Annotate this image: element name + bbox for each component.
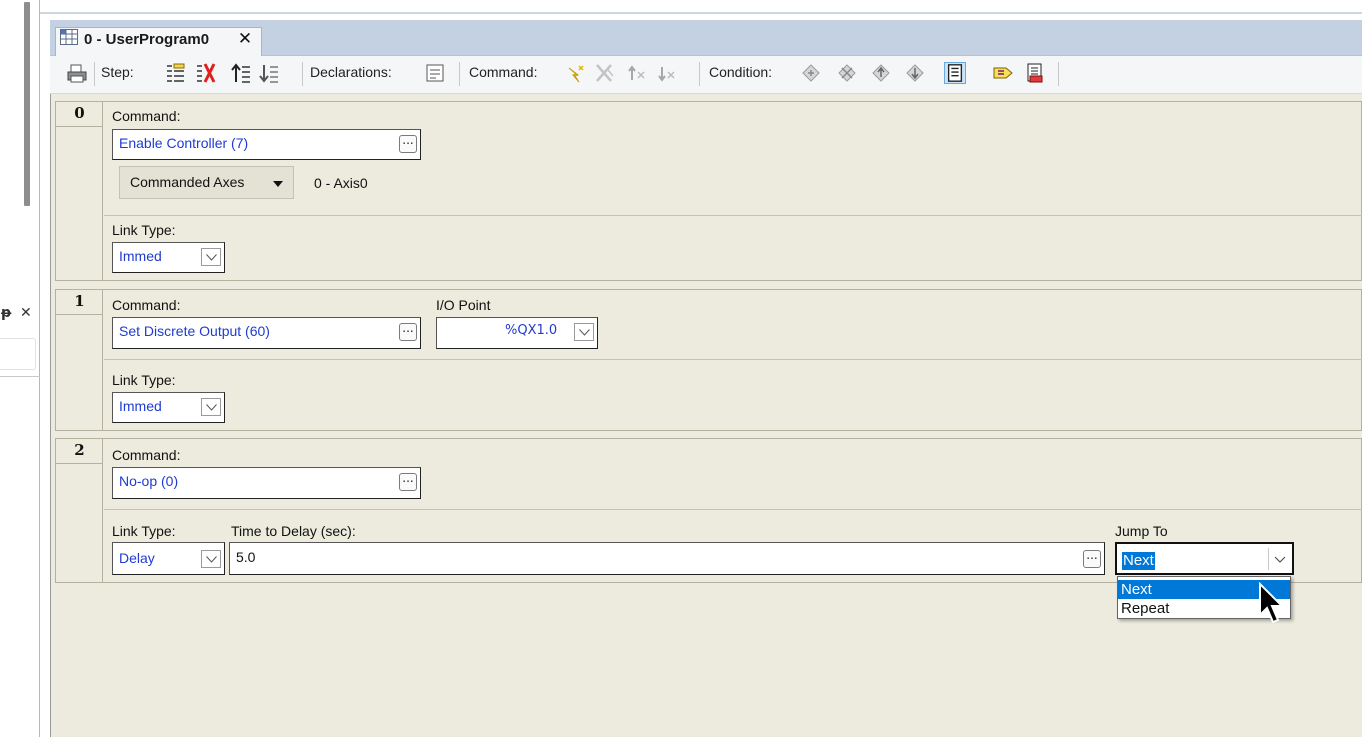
- step-number-divider: [56, 314, 103, 315]
- command-browse-button[interactable]: ...: [399, 322, 417, 341]
- link-type-value: Immed: [119, 248, 162, 264]
- dropdown-arrow-icon: [273, 181, 283, 187]
- program-grid-icon: [60, 29, 78, 45]
- print-icon[interactable]: [66, 62, 88, 84]
- link-type-label: Link Type:: [112, 372, 176, 388]
- link-type-select[interactable]: Immed: [112, 242, 225, 273]
- toolbar-separator: [94, 62, 95, 86]
- link-type-value: Immed: [119, 398, 162, 414]
- toolbar-separator: [699, 62, 700, 86]
- delay-browse-button[interactable]: ...: [1083, 549, 1101, 568]
- jump-to-selected-value: Next: [1122, 552, 1155, 570]
- io-point-value: %QX1.0: [505, 323, 558, 338]
- link-type-label: Link Type:: [112, 222, 176, 238]
- command-field[interactable]: Set Discrete Output (60) ...: [112, 317, 421, 349]
- left-panel-divider: [0, 376, 40, 377]
- left-panel-header: ᵽ ✕: [0, 302, 40, 326]
- move-condition-up-icon[interactable]: [870, 62, 892, 84]
- step-number: 0: [74, 104, 85, 122]
- tab-title: 0 - UserProgram0: [84, 31, 210, 48]
- link-type-select[interactable]: Immed: [112, 392, 225, 423]
- move-command-down-icon[interactable]: [656, 62, 678, 84]
- declarations-icon[interactable]: [424, 62, 446, 84]
- commanded-axes-label: Commanded Axes: [130, 174, 245, 190]
- move-command-up-icon[interactable]: [626, 62, 648, 84]
- command-browse-button[interactable]: ...: [399, 134, 417, 153]
- step-number-divider: [56, 126, 103, 127]
- jump-to-label: Jump To: [1115, 523, 1168, 539]
- insert-step-icon[interactable]: [164, 62, 186, 84]
- io-point-select[interactable]: %QX1.0: [436, 317, 598, 349]
- program-notes-icon[interactable]: [1024, 62, 1046, 84]
- chevron-down-icon: [206, 556, 217, 563]
- command-label: Command:: [112, 108, 181, 124]
- delete-condition-icon[interactable]: [836, 62, 858, 84]
- command-label: Command:: [112, 447, 181, 463]
- command-value: No-op (0): [119, 473, 179, 489]
- step-section-divider: [104, 359, 1362, 360]
- move-condition-down-icon[interactable]: [904, 62, 926, 84]
- command-value: Set Discrete Output (60): [119, 323, 270, 339]
- command-field[interactable]: Enable Controller (7) ...: [112, 129, 421, 160]
- view-details-icon[interactable]: [944, 62, 966, 84]
- tab-close-icon[interactable]: ✕: [235, 29, 255, 49]
- step-number: 1: [74, 292, 85, 310]
- move-step-down-icon[interactable]: [258, 62, 280, 84]
- program-step: 1: [55, 289, 1362, 431]
- export-program-icon[interactable]: [992, 62, 1014, 84]
- toolbar-command-label: Command:: [469, 64, 538, 80]
- mouse-cursor-icon: [1259, 582, 1285, 624]
- link-type-select[interactable]: Delay: [112, 542, 225, 575]
- commanded-axes-dropdown[interactable]: Commanded Axes: [119, 166, 294, 199]
- jump-to-select[interactable]: Next: [1115, 542, 1294, 575]
- link-type-dropdown-button[interactable]: [201, 398, 221, 416]
- commanded-axes-value: 0 - Axis0: [314, 175, 368, 191]
- move-step-up-icon[interactable]: [230, 62, 252, 84]
- link-type-label: Link Type:: [112, 523, 176, 539]
- step-number-cell: 2: [56, 439, 103, 582]
- left-panel-close-icon[interactable]: ✕: [20, 305, 32, 321]
- step-number: 2: [74, 441, 85, 459]
- toolbar-step-label: Step:: [101, 64, 134, 80]
- io-point-label: I/O Point: [436, 297, 491, 313]
- delete-step-icon[interactable]: [194, 62, 216, 84]
- add-command-icon[interactable]: [565, 62, 587, 84]
- command-browse-button[interactable]: ...: [399, 472, 417, 491]
- pin-icon[interactable]: ᵽ: [1, 305, 11, 321]
- command-label: Command:: [112, 297, 181, 313]
- link-type-value: Delay: [119, 550, 155, 566]
- delete-command-icon[interactable]: [594, 62, 616, 84]
- toolbar-declarations-label: Declarations:: [310, 64, 392, 80]
- time-to-delay-input[interactable]: 5.0 ...: [229, 542, 1105, 575]
- time-to-delay-value: 5.0: [236, 549, 256, 565]
- io-point-dropdown-button[interactable]: [574, 323, 594, 341]
- left-panel-search-field[interactable]: [0, 338, 36, 370]
- step-section-divider: [104, 509, 1362, 510]
- command-value: Enable Controller (7): [119, 135, 249, 151]
- chevron-down-icon: [579, 329, 590, 336]
- command-field[interactable]: No-op (0) ...: [112, 467, 421, 499]
- left-panel-scrollbar[interactable]: [24, 2, 30, 206]
- toolbar-separator: [302, 62, 303, 86]
- step-number-cell: 0: [56, 102, 103, 280]
- time-to-delay-label: Time to Delay (sec):: [231, 523, 356, 539]
- chevron-down-icon: [1274, 556, 1286, 563]
- top-strip-divider: [40, 12, 1362, 14]
- chevron-down-icon: [206, 254, 217, 261]
- step-number-divider: [56, 463, 103, 464]
- chevron-down-icon: [206, 404, 217, 411]
- add-condition-icon[interactable]: [800, 62, 822, 84]
- step-number-cell: 1: [56, 290, 103, 430]
- link-type-dropdown-button[interactable]: [201, 550, 221, 568]
- link-type-dropdown-button[interactable]: [201, 248, 221, 266]
- toolbar-separator: [1058, 62, 1059, 86]
- step-section-divider: [104, 215, 1362, 216]
- top-strip: [40, 0, 1362, 20]
- toolbar-condition-label: Condition:: [709, 64, 773, 80]
- jump-to-dropdown-button[interactable]: [1268, 548, 1290, 570]
- toolbar-separator: [459, 62, 460, 86]
